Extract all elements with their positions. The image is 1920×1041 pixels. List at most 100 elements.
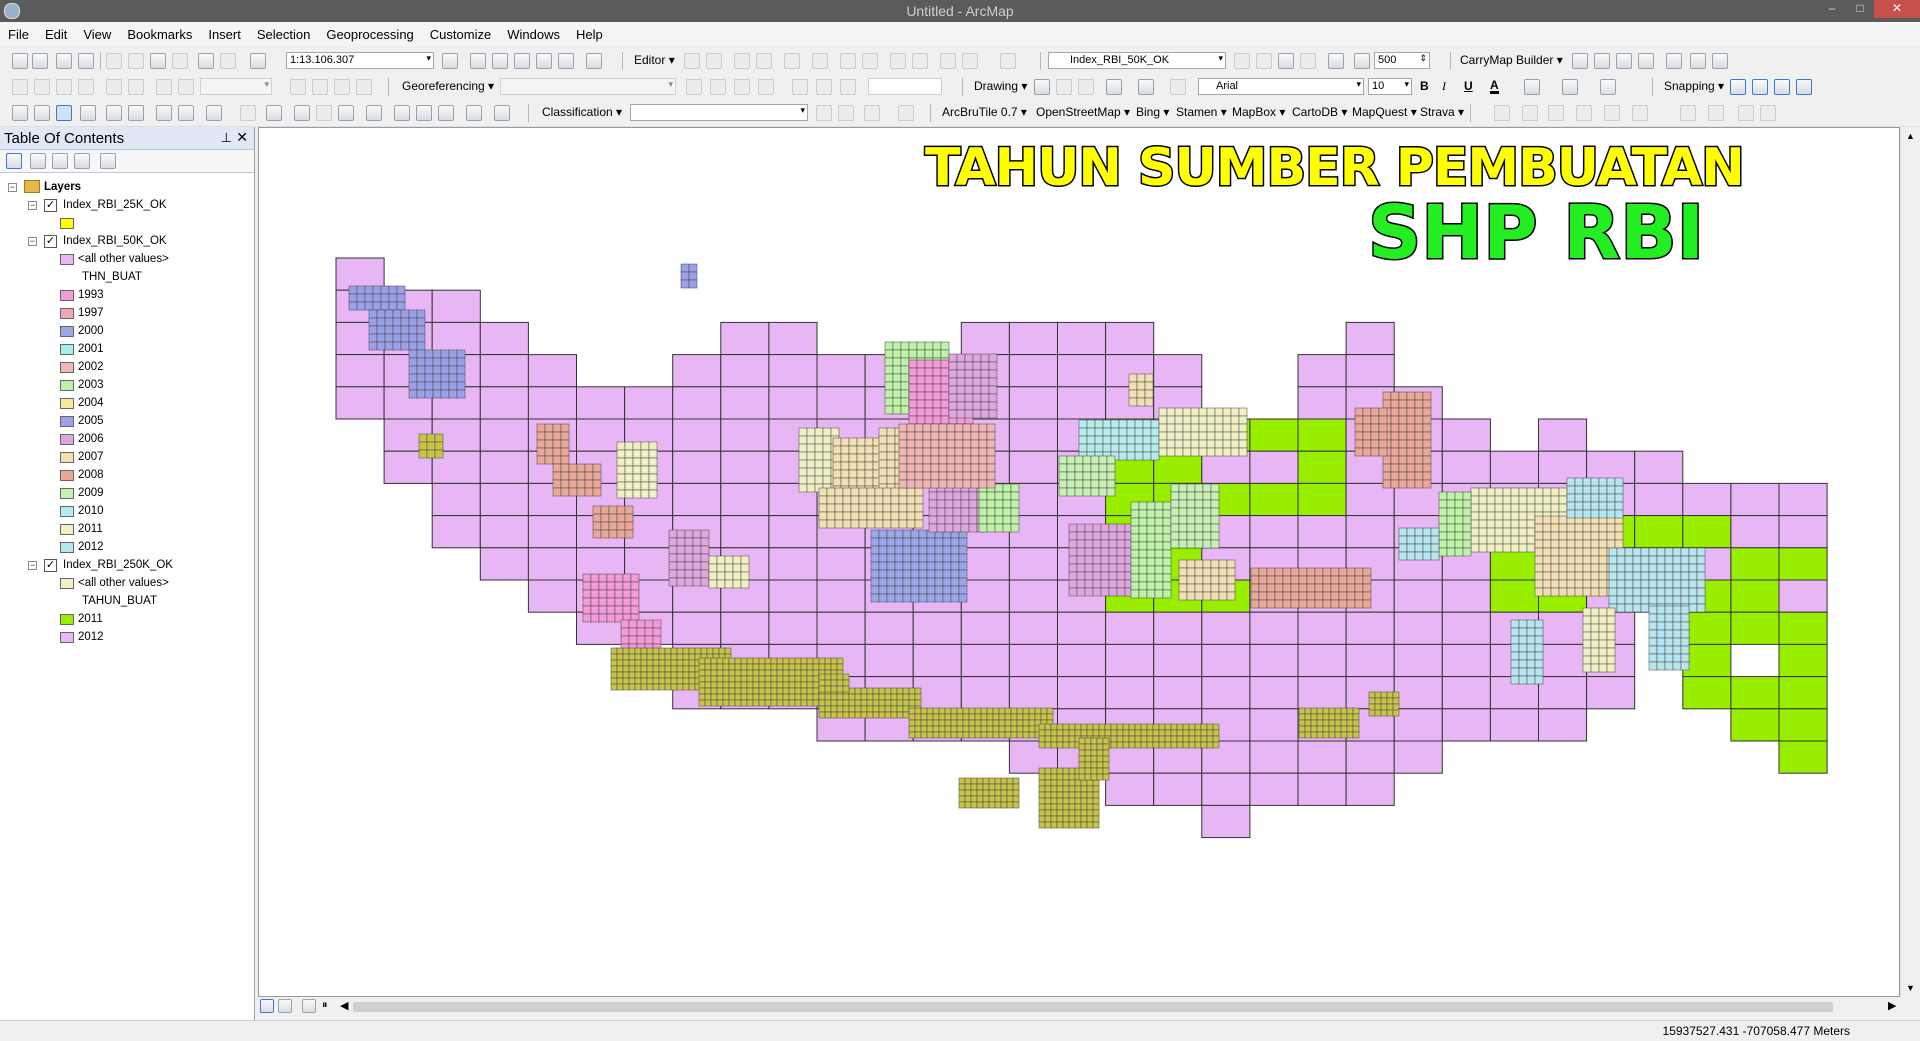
index-50k-cell[interactable]	[988, 353, 998, 363]
index-50k-cell[interactable]	[1050, 815, 1058, 823]
index-50k-cell[interactable]	[942, 537, 952, 547]
index-50k-cell[interactable]	[1056, 729, 1064, 737]
index-50k-cell[interactable]	[1648, 605, 1658, 615]
index-50k-cell[interactable]	[708, 563, 718, 573]
index-50k-cell[interactable]	[848, 705, 856, 713]
index-50k-cell[interactable]	[848, 699, 856, 707]
index-50k-cell[interactable]	[1238, 423, 1248, 433]
index-50k-cell[interactable]	[854, 705, 862, 713]
index-50k-cell[interactable]	[1688, 547, 1698, 557]
index-50k-cell[interactable]	[1044, 803, 1052, 811]
index-50k-cell[interactable]	[544, 455, 554, 465]
index-50k-cell[interactable]	[1258, 599, 1268, 609]
index-250k-cell[interactable]	[1682, 482, 1732, 517]
index-50k-cell[interactable]	[842, 487, 852, 497]
index-50k-cell[interactable]	[1590, 655, 1600, 665]
index-50k-cell[interactable]	[938, 447, 948, 457]
index-50k-cell[interactable]	[1146, 509, 1156, 519]
index-50k-cell[interactable]	[1218, 583, 1228, 593]
index-50k-cell[interactable]	[986, 499, 996, 509]
index-250k-cell[interactable]	[1345, 643, 1395, 678]
index-50k-cell[interactable]	[1034, 707, 1042, 715]
index-50k-cell[interactable]	[1640, 595, 1650, 605]
index-50k-cell[interactable]	[1194, 515, 1204, 525]
index-50k-cell[interactable]	[894, 577, 904, 587]
index-250k-cell[interactable]	[768, 386, 818, 420]
index-50k-cell[interactable]	[986, 439, 996, 449]
index-50k-cell[interactable]	[1010, 725, 1018, 733]
index-50k-cell[interactable]	[928, 491, 938, 501]
index-50k-cell[interactable]	[614, 605, 624, 615]
end-point-arc-icon[interactable]	[756, 53, 772, 69]
index-50k-cell[interactable]	[416, 365, 426, 375]
index-50k-cell[interactable]	[356, 301, 366, 311]
attributes-icon[interactable]	[940, 53, 956, 69]
index-50k-cell[interactable]	[986, 431, 996, 441]
index-50k-cell[interactable]	[948, 385, 958, 395]
index-50k-cell[interactable]	[1518, 635, 1528, 645]
index-50k-cell[interactable]	[740, 699, 748, 707]
index-50k-cell[interactable]	[1606, 639, 1616, 649]
index-50k-cell[interactable]	[932, 341, 942, 351]
index-50k-cell[interactable]	[902, 561, 912, 571]
index-50k-cell[interactable]	[908, 699, 916, 707]
index-50k-cell[interactable]	[1534, 667, 1544, 677]
index-50k-cell[interactable]	[936, 491, 946, 501]
index-50k-cell[interactable]	[870, 529, 880, 539]
basemap-mapbox-menu[interactable]: MapBox ▾	[1232, 105, 1285, 119]
index-50k-cell[interactable]	[1422, 431, 1432, 441]
index-50k-cell[interactable]	[1090, 487, 1100, 497]
index-50k-cell[interactable]	[536, 431, 546, 441]
index-50k-cell[interactable]	[894, 569, 904, 579]
index-50k-cell[interactable]	[1566, 587, 1576, 597]
index-50k-cell[interactable]	[1202, 583, 1212, 593]
index-50k-cell[interactable]	[364, 293, 374, 303]
index-50k-cell[interactable]	[940, 349, 950, 359]
index-50k-cell[interactable]	[968, 523, 978, 533]
index-50k-cell[interactable]	[1074, 723, 1082, 731]
index-50k-cell[interactable]	[1330, 599, 1340, 609]
index-50k-cell[interactable]	[682, 659, 690, 667]
index-50k-cell[interactable]	[886, 569, 896, 579]
index-50k-cell[interactable]	[544, 431, 554, 441]
index-50k-cell[interactable]	[1462, 491, 1472, 501]
index-50k-cell[interactable]	[1050, 723, 1058, 731]
index-50k-cell[interactable]	[1016, 731, 1024, 739]
index-50k-cell[interactable]	[1150, 427, 1160, 437]
index-50k-cell[interactable]	[598, 573, 608, 583]
index-50k-cell[interactable]	[910, 545, 920, 555]
index-50k-cell[interactable]	[902, 693, 910, 701]
index-50k-cell[interactable]	[950, 731, 958, 739]
index-50k-cell[interactable]	[1672, 563, 1682, 573]
index-50k-cell[interactable]	[628, 647, 636, 655]
index-50k-cell[interactable]	[982, 789, 990, 797]
index-50k-cell[interactable]	[552, 471, 562, 481]
index-50k-cell[interactable]	[652, 619, 662, 629]
index-50k-cell[interactable]	[842, 685, 850, 693]
index-50k-cell[interactable]	[1150, 443, 1160, 453]
toc-legend-50k-2008[interactable]: 2008	[0, 467, 250, 485]
index-50k-cell[interactable]	[788, 693, 796, 701]
index-50k-cell[interactable]	[1672, 637, 1682, 647]
index-50k-cell[interactable]	[1004, 707, 1012, 715]
toc-legend-50k-2005[interactable]: 2005	[0, 413, 250, 431]
index-50k-cell[interactable]	[994, 801, 1002, 809]
index-50k-cell[interactable]	[962, 431, 972, 441]
index-50k-cell[interactable]	[1182, 729, 1190, 737]
layout-zoom-100-icon[interactable]	[128, 79, 144, 95]
model-builder-icon[interactable]	[586, 53, 602, 69]
index-50k-cell[interactable]	[732, 563, 742, 573]
index-50k-cell[interactable]	[622, 581, 632, 591]
index-50k-cell[interactable]	[416, 317, 426, 327]
index-50k-cell[interactable]	[670, 653, 678, 661]
index-50k-cell[interactable]	[1688, 595, 1698, 605]
index-50k-cell[interactable]	[676, 569, 686, 579]
index-50k-cell[interactable]	[1222, 431, 1232, 441]
index-50k-cell[interactable]	[892, 365, 902, 375]
index-50k-cell[interactable]	[716, 555, 726, 565]
index-250k-cell[interactable]	[672, 354, 722, 388]
index-50k-cell[interactable]	[1526, 627, 1536, 637]
index-50k-cell[interactable]	[376, 325, 386, 335]
index-250k-cell[interactable]	[1538, 708, 1588, 742]
index-50k-cell[interactable]	[622, 683, 630, 691]
